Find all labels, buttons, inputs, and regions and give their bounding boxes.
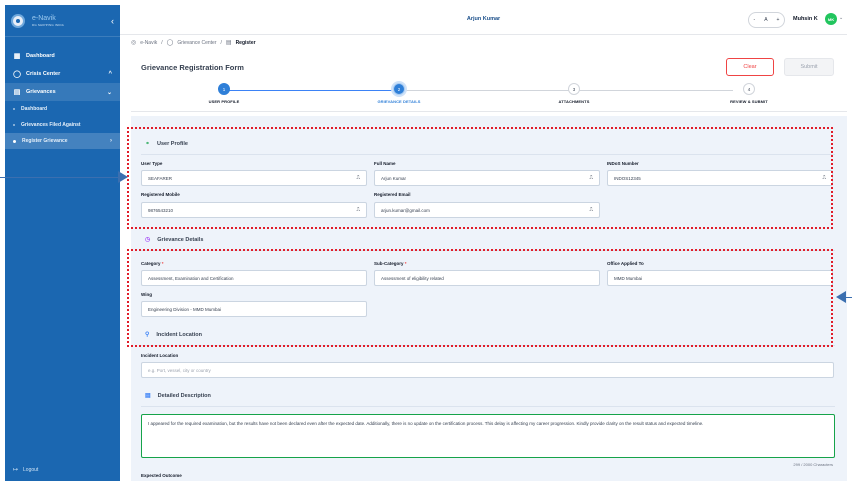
incident-location-label: Incident Location xyxy=(141,353,179,358)
step-label: GRIEVANCE DETAILS xyxy=(377,99,421,104)
font-reset-button[interactable]: A xyxy=(764,17,767,23)
sidebar: e-Navik DG SHIPPING INDIA ‹ ▦ Dashboard … xyxy=(5,5,120,481)
collapse-sidebar-icon[interactable]: ‹ xyxy=(111,16,114,26)
chat-icon: ◯ xyxy=(166,40,174,46)
sidebar-subitem-label: Dashboard xyxy=(21,106,48,112)
chevron-down-icon[interactable]: ⌄ xyxy=(839,15,843,21)
document-icon: ▤ xyxy=(145,393,151,399)
description-textarea[interactable]: I appeared for the required examination,… xyxy=(141,414,835,458)
chevron-up-icon: ^ xyxy=(108,71,112,77)
brand: e-Navik DG SHIPPING INDIA ‹ xyxy=(5,5,120,37)
bullet-icon xyxy=(13,124,15,126)
annotation-arrow-line xyxy=(0,177,118,178)
grid-icon: ▦ xyxy=(13,53,21,60)
step-number: 3 xyxy=(568,83,580,95)
sidebar-subitem-label: Register Grievance xyxy=(22,138,68,144)
chevron-right-icon: › xyxy=(110,138,112,144)
arrow-left-icon xyxy=(836,291,846,303)
breadcrumb: ◎ e-Navik / ◯ Grievance Center / ▤ Regis… xyxy=(131,39,256,47)
sidebar-item-label: Crisis Center xyxy=(26,71,61,77)
submit-button[interactable]: Submit xyxy=(784,58,834,76)
character-counter: 299 / 2000 Characters xyxy=(793,462,833,467)
step-review-submit[interactable]: 4 REVIEW & SUBMIT xyxy=(704,83,794,104)
step-user-profile[interactable]: 1 USER PROFILE xyxy=(179,83,269,104)
logo-icon xyxy=(11,13,25,28)
sidebar-subitem-register-grievance[interactable]: Register Grievance › xyxy=(5,133,120,149)
sidebar-subitem-dashboard[interactable]: Dashboard xyxy=(5,101,120,117)
expected-outcome-label: Expected Outcome xyxy=(141,473,182,478)
top-title: Arjun Kumar xyxy=(466,16,501,22)
top-bar: Arjun Kumar - A + Muhsin K MK ⌄ xyxy=(120,5,847,35)
clear-button[interactable]: Clear xyxy=(726,58,774,76)
step-attachments[interactable]: 3 ATTACHMENTS xyxy=(529,83,619,104)
font-decrease-button[interactable]: - xyxy=(754,17,756,23)
step-grievance-details[interactable]: 2 GRIEVANCE DETAILS xyxy=(354,83,444,104)
sidebar-nav: ▦ Dashboard ◯ Crisis Center ^ ▤ Grievanc… xyxy=(5,47,120,149)
arrow-right-icon xyxy=(118,171,128,183)
clock-icon: ◷ xyxy=(145,237,151,243)
step-number: 1 xyxy=(218,83,230,95)
highlight-grievance-details xyxy=(127,249,833,347)
document-icon: ▤ xyxy=(13,89,21,96)
incident-location-placeholder: e.g. Port, vessel, city or country xyxy=(148,367,211,373)
sidebar-item-crisis-center[interactable]: ◯ Crisis Center ^ xyxy=(5,65,120,83)
section-detailed-description: ▤ Detailed Description xyxy=(145,392,211,400)
avatar[interactable]: MK xyxy=(825,13,837,25)
document-icon: ▤ xyxy=(225,40,232,46)
chevron-down-icon: ⌄ xyxy=(106,89,112,96)
divider xyxy=(141,406,835,407)
step-number: 2 xyxy=(393,83,405,95)
font-increase-button[interactable]: + xyxy=(777,17,780,23)
bullet-icon xyxy=(13,139,16,143)
user-name[interactable]: Muhsin K xyxy=(793,16,818,22)
sidebar-item-label: Dashboard xyxy=(26,53,55,59)
section-title: Detailed Description xyxy=(157,392,211,399)
step-label: ATTACHMENTS xyxy=(558,99,590,104)
highlight-user-profile xyxy=(127,127,833,229)
step-number: 4 xyxy=(743,83,755,95)
circle-icon: ◯ xyxy=(13,71,21,78)
app-root: e-Navik DG SHIPPING INDIA ‹ ▦ Dashboard … xyxy=(0,0,852,481)
globe-icon: ◎ xyxy=(131,40,137,46)
annotation-arrow-line xyxy=(846,297,852,298)
brand-name: e-Navik xyxy=(32,14,56,22)
page-title: Grievance Registration Form xyxy=(141,63,244,72)
breadcrumb-separator: / xyxy=(161,39,163,46)
breadcrumb-separator: / xyxy=(220,39,222,46)
sidebar-item-label: Grievances xyxy=(26,89,56,95)
step-label: USER PROFILE xyxy=(208,99,240,104)
sidebar-subitem-label: Grievances Filed Against xyxy=(21,122,81,128)
sidebar-item-dashboard[interactable]: ▦ Dashboard xyxy=(5,47,120,65)
breadcrumb-current: Register xyxy=(235,39,256,46)
bullet-icon xyxy=(13,108,15,110)
sidebar-subitem-grievances-filed-against[interactable]: Grievances Filed Against xyxy=(5,117,120,133)
section-title: Grievance Details xyxy=(157,236,204,243)
logout-icon: ↦ xyxy=(13,467,19,473)
section-grievance-details: ◷ Grievance Details xyxy=(145,236,204,244)
logout-button[interactable]: ↦ Logout xyxy=(13,466,39,474)
brand-subtitle: DG SHIPPING INDIA xyxy=(32,22,64,27)
sidebar-item-grievances[interactable]: ▤ Grievances ⌄ xyxy=(5,83,120,101)
logout-label: Logout xyxy=(23,466,39,473)
breadcrumb-home[interactable]: e-Navik xyxy=(140,40,157,46)
font-size-control: - A + xyxy=(748,12,785,28)
breadcrumb-grievance-center[interactable]: Grievance Center xyxy=(177,40,216,46)
form-header: Grievance Registration Form Clear Submit… xyxy=(131,52,847,112)
step-label: REVIEW & SUBMIT xyxy=(730,99,768,104)
incident-location-input[interactable]: e.g. Port, vessel, city or country xyxy=(141,362,834,378)
